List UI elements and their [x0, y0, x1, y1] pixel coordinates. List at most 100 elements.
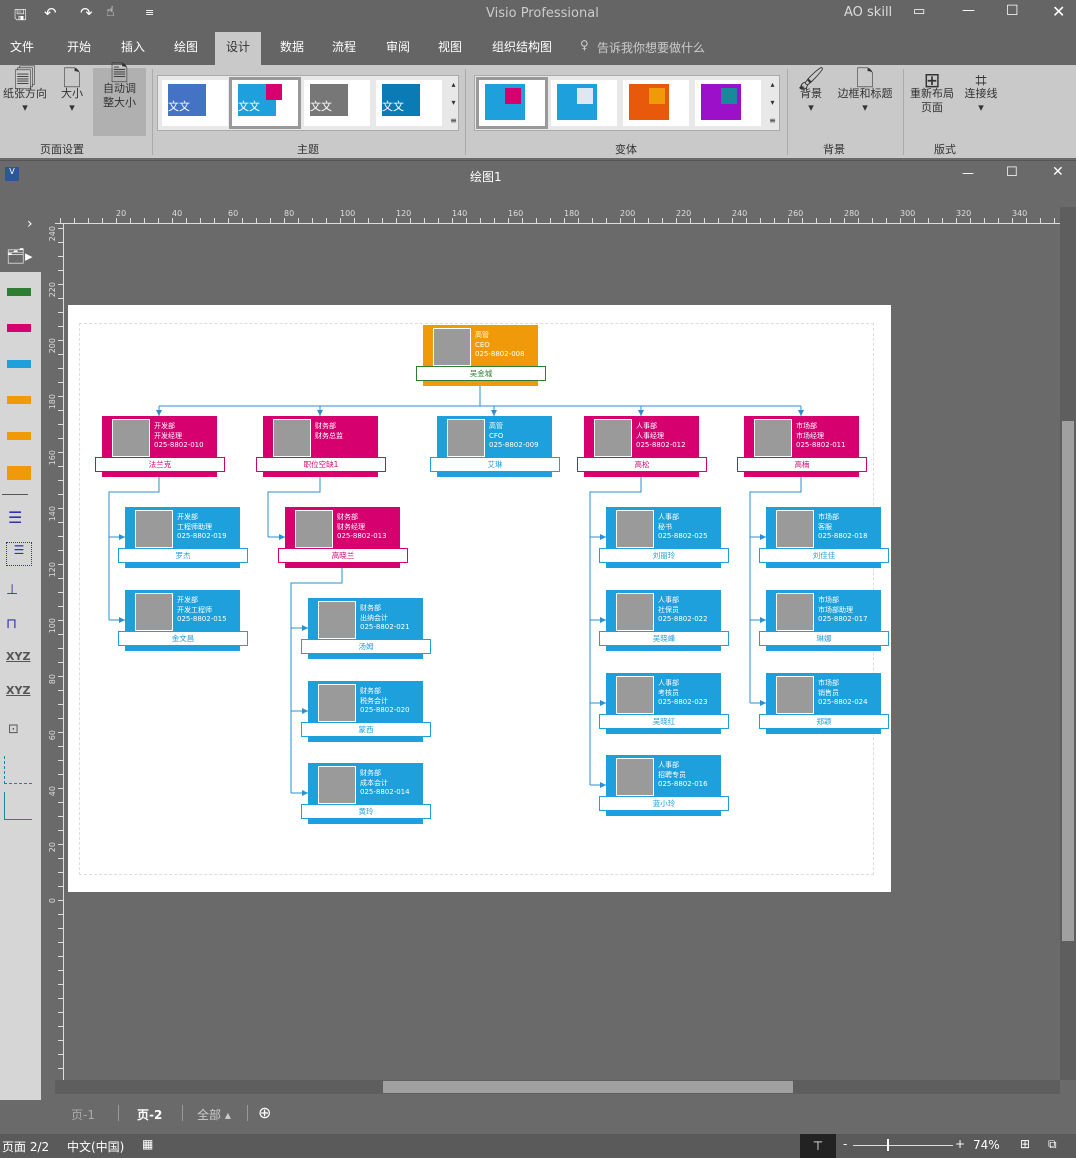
node-name[interactable]: 郑颖 [759, 714, 889, 729]
node-name[interactable]: 蒙西 [301, 722, 431, 737]
org-node[interactable]: 人事部 考核员 025-8802-023 吴晓红 [599, 673, 729, 734]
node-title: 财务总监 [315, 431, 343, 440]
node-title: 开发经理 [154, 431, 182, 440]
page-indicator[interactable]: 页面 2/2 [2, 1138, 49, 1155]
language-indicator[interactable]: 中文(中国) [67, 1138, 124, 1155]
divider [182, 1105, 183, 1121]
org-node[interactable]: 开发部 开发经理 025-8802-010 法兰克 [95, 416, 225, 477]
node-department: 财务部 [360, 604, 381, 612]
node-name[interactable]: 吴晓峰 [599, 631, 729, 646]
node-name[interactable]: 吴金城 [416, 366, 546, 381]
page-tabs: 页-1 页-2 全部 ▴ ⊕ [55, 1100, 1060, 1128]
org-node[interactable]: 开发部 工程师助理 025-8802-019 罗杰 [118, 507, 248, 568]
status-bar: 页面 2/2 中文(中国) ▦ ⊤ - + 74% ⊞ ⧉ [0, 1134, 1076, 1158]
org-node[interactable]: 财务部 出纳会计 025-8802-021 汤姆 [301, 598, 431, 659]
node-title: 工程师助理 [177, 522, 212, 531]
node-department: 市场部 [818, 679, 839, 687]
node-phone: 025-8802-014 [360, 788, 410, 796]
avatar [273, 419, 311, 457]
switch-windows-icon[interactable]: ⧉ [1048, 1137, 1057, 1152]
node-title: 税务会计 [360, 696, 388, 705]
node-name[interactable]: 艾琳 [430, 457, 560, 472]
node-name[interactable]: 刘佳佳 [759, 548, 889, 563]
node-name[interactable]: 法兰克 [95, 457, 225, 472]
node-department: 开发部 [177, 596, 198, 604]
node-phone: 025-8802-017 [818, 615, 868, 623]
node-name[interactable]: 刘丽玲 [599, 548, 729, 563]
node-department: 高管 [475, 331, 489, 339]
org-node[interactable]: 人事部 人事经理 025-8802-012 高松 [577, 416, 707, 477]
node-phone: 025-8802-011 [796, 441, 846, 449]
zoom-in-icon[interactable]: + [955, 1137, 965, 1151]
connectors [108, 386, 804, 796]
node-phone: 025-8802-023 [658, 698, 708, 706]
node-name[interactable]: 蓝小玲 [599, 796, 729, 811]
node-phone: 025-8802-015 [177, 615, 227, 623]
page-tab-1[interactable]: 页-1 [71, 1106, 95, 1123]
horizontal-scroll-thumb[interactable] [383, 1081, 793, 1093]
node-title: 财务经理 [337, 522, 365, 531]
node-name[interactable]: 职位空缺1 [256, 457, 386, 472]
org-node[interactable]: 财务部 财务经理 025-8802-013 高晓兰 [278, 507, 408, 568]
org-node[interactable]: 高管 CFO 025-8802-009 艾琳 [430, 416, 560, 477]
node-name[interactable]: 高松 [577, 457, 707, 472]
divider [118, 1105, 119, 1121]
node-department: 开发部 [154, 422, 175, 430]
org-node[interactable]: 开发部 开发工程师 025-8802-015 金文昌 [118, 590, 248, 651]
org-node[interactable]: 人事部 秘书 025-8802-025 刘丽玲 [599, 507, 729, 568]
node-department: 市场部 [818, 513, 839, 521]
org-node[interactable]: 市场部 客服 025-8802-018 刘佳佳 [759, 507, 889, 568]
node-phone: 025-8802-024 [818, 698, 868, 706]
page-tab-2[interactable]: 页-2 [137, 1106, 162, 1123]
node-department: 财务部 [337, 513, 358, 521]
zoom-out-icon[interactable]: - [843, 1137, 847, 1151]
node-department: 财务部 [360, 687, 381, 695]
divider [247, 1105, 248, 1121]
fit-page-icon[interactable]: ⊞ [1020, 1137, 1030, 1151]
node-title: 秘书 [658, 522, 672, 531]
org-node[interactable]: 市场部 市场经理 025-8802-011 高楠 [737, 416, 867, 477]
zoom-slider-thumb[interactable] [887, 1139, 889, 1151]
org-node[interactable]: 财务部 成本会计 025-8802-014 黄玲 [301, 763, 431, 824]
node-name[interactable]: 高晓兰 [278, 548, 408, 563]
node-phone: 025-8802-025 [658, 532, 708, 540]
node-department: 人事部 [658, 513, 679, 521]
org-node[interactable]: 人事部 招聘专员 025-8802-016 蓝小玲 [599, 755, 729, 816]
org-node[interactable]: 市场部 市场部助理 025-8802-017 琳娜 [759, 590, 889, 651]
macro-icon[interactable]: ▦ [142, 1137, 153, 1151]
avatar [447, 419, 485, 457]
horizontal-scrollbar[interactable] [55, 1080, 1060, 1094]
avatar [616, 510, 654, 548]
node-phone: 025-8802-019 [177, 532, 227, 540]
node-title: 招聘专员 [658, 770, 686, 779]
add-page-icon[interactable]: ⊕ [258, 1103, 271, 1122]
vertical-scroll-thumb[interactable] [1062, 421, 1074, 941]
zoom-level[interactable]: 74% [973, 1138, 1000, 1152]
node-name[interactable]: 黄玲 [301, 804, 431, 819]
node-title: 成本会计 [360, 778, 388, 787]
node-name[interactable]: 金文昌 [118, 631, 248, 646]
all-pages-button[interactable]: 全部 ▴ [197, 1106, 231, 1123]
vertical-scrollbar[interactable] [1060, 207, 1076, 1080]
node-name[interactable]: 罗杰 [118, 548, 248, 563]
node-title: CEO [475, 340, 490, 349]
avatar [776, 510, 814, 548]
presentation-mode-icon[interactable]: ⊤ [800, 1134, 836, 1158]
org-node[interactable]: 人事部 社保员 025-8802-022 吴晓峰 [599, 590, 729, 651]
node-phone: 025-8802-021 [360, 623, 410, 631]
node-phone: 025-8802-013 [337, 532, 387, 540]
zoom-slider[interactable] [853, 1145, 953, 1146]
avatar [135, 510, 173, 548]
node-phone: 025-8802-008 [475, 350, 525, 358]
node-phone: 025-8802-010 [154, 441, 204, 449]
org-node[interactable]: 财务部 财务总监 职位空缺1 [256, 416, 386, 477]
org-node[interactable]: 财务部 税务会计 025-8802-020 蒙西 [301, 681, 431, 742]
node-name[interactable]: 汤姆 [301, 639, 431, 654]
node-name[interactable]: 高楠 [737, 457, 867, 472]
node-name[interactable]: 琳娜 [759, 631, 889, 646]
node-name[interactable]: 吴晓红 [599, 714, 729, 729]
org-node[interactable]: 市场部 销售员 025-8802-024 郑颖 [759, 673, 889, 734]
avatar [616, 758, 654, 796]
node-title: 人事经理 [636, 431, 664, 440]
org-node[interactable]: 高管 CEO 025-8802-008 吴金城 [416, 325, 546, 386]
